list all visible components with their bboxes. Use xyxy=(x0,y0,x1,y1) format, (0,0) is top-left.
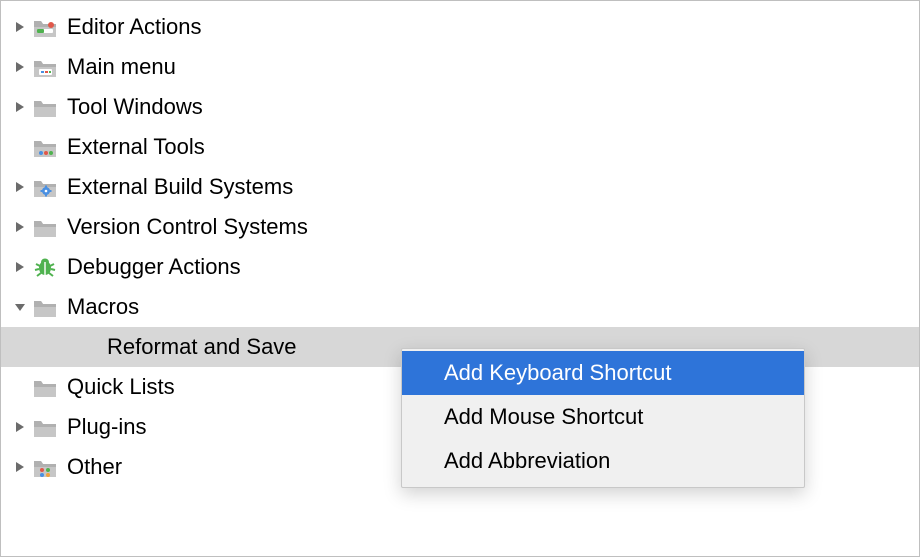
folder-menu-icon xyxy=(31,53,59,81)
tree-item-label: Reformat and Save xyxy=(107,334,297,360)
folder-tools-icon xyxy=(31,133,59,161)
menu-item-label: Add Abbreviation xyxy=(444,448,610,474)
menu-item-add-abbreviation[interactable]: Add Abbreviation xyxy=(402,439,804,483)
tree-item-macros[interactable]: Macros xyxy=(1,287,919,327)
folder-editor-icon xyxy=(31,13,59,41)
tree-item[interactable]: External Tools xyxy=(1,127,919,167)
tree-item-label: Quick Lists xyxy=(67,374,175,400)
disclosure-triangle-icon[interactable] xyxy=(9,261,31,273)
tree-item[interactable]: Debugger Actions xyxy=(1,247,919,287)
tree-item[interactable]: Version Control Systems xyxy=(1,207,919,247)
disclosure-triangle-icon[interactable] xyxy=(9,101,31,113)
tree-item-label: Main menu xyxy=(67,54,176,80)
tree-item-label: Macros xyxy=(67,294,139,320)
tree-item-label: Plug-ins xyxy=(67,414,146,440)
tree-item-label: Tool Windows xyxy=(67,94,203,120)
folder-icon xyxy=(31,413,59,441)
context-menu[interactable]: Add Keyboard Shortcut Add Mouse Shortcut… xyxy=(401,348,805,488)
tree-item[interactable]: Main menu xyxy=(1,47,919,87)
disclosure-triangle-icon[interactable] xyxy=(9,181,31,193)
tree-item-label: Version Control Systems xyxy=(67,214,308,240)
disclosure-triangle-expanded-icon[interactable] xyxy=(9,301,31,313)
disclosure-triangle-icon[interactable] xyxy=(9,221,31,233)
folder-icon xyxy=(31,293,59,321)
disclosure-triangle-icon[interactable] xyxy=(9,21,31,33)
menu-item-label: Add Mouse Shortcut xyxy=(444,404,643,430)
tree-item-label: Other xyxy=(67,454,122,480)
disclosure-triangle-icon[interactable] xyxy=(9,61,31,73)
folder-icon xyxy=(31,373,59,401)
folder-icon xyxy=(31,213,59,241)
menu-item-add-mouse-shortcut[interactable]: Add Mouse Shortcut xyxy=(402,395,804,439)
tree-item-label: Debugger Actions xyxy=(67,254,241,280)
folder-gear-icon xyxy=(31,173,59,201)
disclosure-triangle-icon[interactable] xyxy=(9,421,31,433)
tree-item[interactable]: Editor Actions xyxy=(1,7,919,47)
folder-icon xyxy=(31,93,59,121)
bug-icon xyxy=(31,253,59,281)
tree-item[interactable]: Tool Windows xyxy=(1,87,919,127)
keymap-tree-panel: Editor Actions Main menu Tool Windows Ex… xyxy=(0,0,920,557)
menu-item-label: Add Keyboard Shortcut xyxy=(444,360,671,386)
folder-other-icon xyxy=(31,453,59,481)
disclosure-triangle-icon[interactable] xyxy=(9,461,31,473)
tree-item-label: Editor Actions xyxy=(67,14,202,40)
tree-item[interactable]: External Build Systems xyxy=(1,167,919,207)
menu-item-add-keyboard-shortcut[interactable]: Add Keyboard Shortcut xyxy=(402,351,804,395)
tree-item-label: External Tools xyxy=(67,134,205,160)
tree-item-label: External Build Systems xyxy=(67,174,293,200)
